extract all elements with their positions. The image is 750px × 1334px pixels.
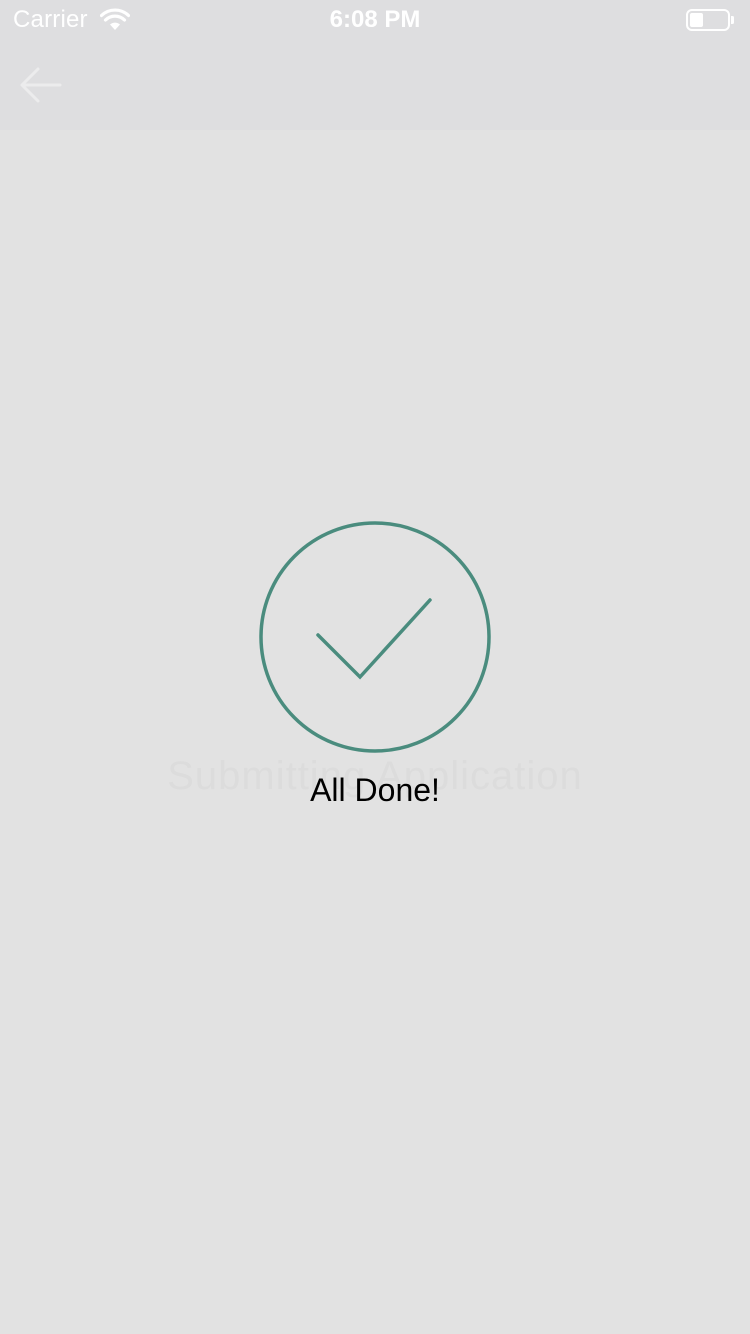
status-time: 6:08 PM	[329, 6, 421, 33]
check-circle-icon	[258, 520, 492, 754]
main-content: Submitting Application All Done!	[0, 130, 750, 1334]
arrow-left-icon	[20, 67, 62, 103]
completion-message: All Done!	[310, 772, 440, 808]
battery-icon	[686, 9, 734, 31]
back-button[interactable]	[10, 60, 70, 110]
status-bar: Carrier 6:08 PM	[0, 0, 750, 40]
nav-bar	[0, 40, 750, 130]
